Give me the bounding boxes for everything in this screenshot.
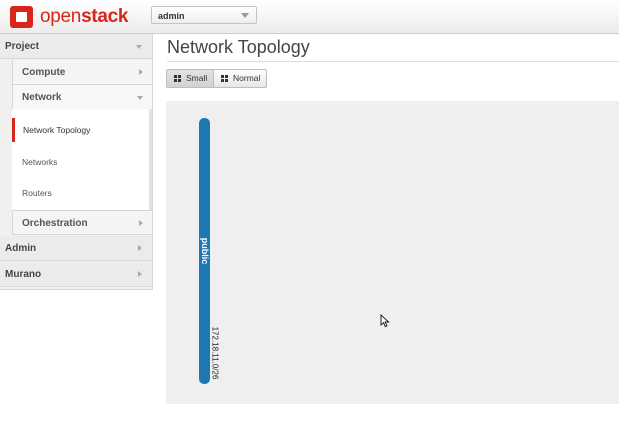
sidebar-dashboard-label: Project — [5, 41, 39, 52]
chevron-right-icon — [138, 245, 142, 251]
page-title: Network Topology — [167, 37, 310, 57]
sidebar-item-network-topology[interactable]: Network Topology — [12, 118, 149, 142]
openstack-logo-icon — [10, 6, 33, 28]
sidebar-item-routers[interactable]: Routers — [12, 181, 149, 205]
topology-canvas[interactable] — [166, 101, 619, 404]
normal-view-label: Normal — [233, 73, 261, 83]
chevron-right-icon — [139, 220, 143, 226]
grid-small-icon — [174, 75, 181, 82]
chevron-right-icon — [138, 271, 142, 277]
sidebar-item-networks[interactable]: Networks — [12, 150, 149, 174]
sidebar-dashboard-project[interactable]: Project — [0, 34, 152, 59]
chevron-down-icon — [137, 96, 143, 100]
sidebar-panel-orchestration[interactable]: Orchestration — [12, 210, 152, 235]
sidebar-dashboard-murano[interactable]: Murano — [0, 262, 152, 287]
chevron-down-icon — [136, 45, 142, 49]
chevron-down-icon — [241, 13, 249, 18]
sidebar-panel-label: Orchestration — [22, 218, 88, 229]
logo-text-stack: stack — [81, 6, 129, 27]
sidebar-item-label: Networks — [22, 157, 58, 167]
sidebar-panel-label: Compute — [22, 67, 66, 78]
network-name-label[interactable]: public — [200, 238, 210, 265]
logo-text-open: open — [40, 6, 82, 27]
normal-view-button[interactable]: Normal — [213, 69, 267, 88]
top-bar: openstack admin — [0, 0, 619, 34]
sidebar-panel-label: Network — [22, 92, 62, 103]
project-selector[interactable]: admin — [151, 6, 257, 24]
sidebar-item-label: Routers — [22, 188, 52, 198]
project-selector-value: admin — [158, 11, 185, 21]
logo-text: openstack — [40, 5, 128, 29]
grid-large-icon — [221, 75, 228, 82]
sidebar-item-label: Network Topology — [23, 125, 91, 135]
sidebar-dashboard-label: Murano — [5, 269, 42, 280]
sidebar: Project Compute Network Network Topology… — [0, 34, 153, 290]
sidebar-panel-compute[interactable]: Compute — [12, 60, 152, 85]
small-view-button[interactable]: Small — [166, 69, 214, 88]
network-cidr-label: 172.18.11.0/26 — [210, 326, 220, 380]
small-view-label: Small — [186, 73, 208, 83]
chevron-right-icon — [139, 69, 143, 75]
network-panel-items: Network Topology Networks Routers — [12, 109, 152, 210]
divider — [167, 61, 619, 62]
mouse-cursor-icon — [380, 314, 390, 328]
sidebar-panel-network[interactable]: Network — [12, 85, 152, 110]
sidebar-dashboard-label: Admin — [5, 243, 37, 254]
sidebar-dashboard-admin[interactable]: Admin — [0, 236, 152, 261]
